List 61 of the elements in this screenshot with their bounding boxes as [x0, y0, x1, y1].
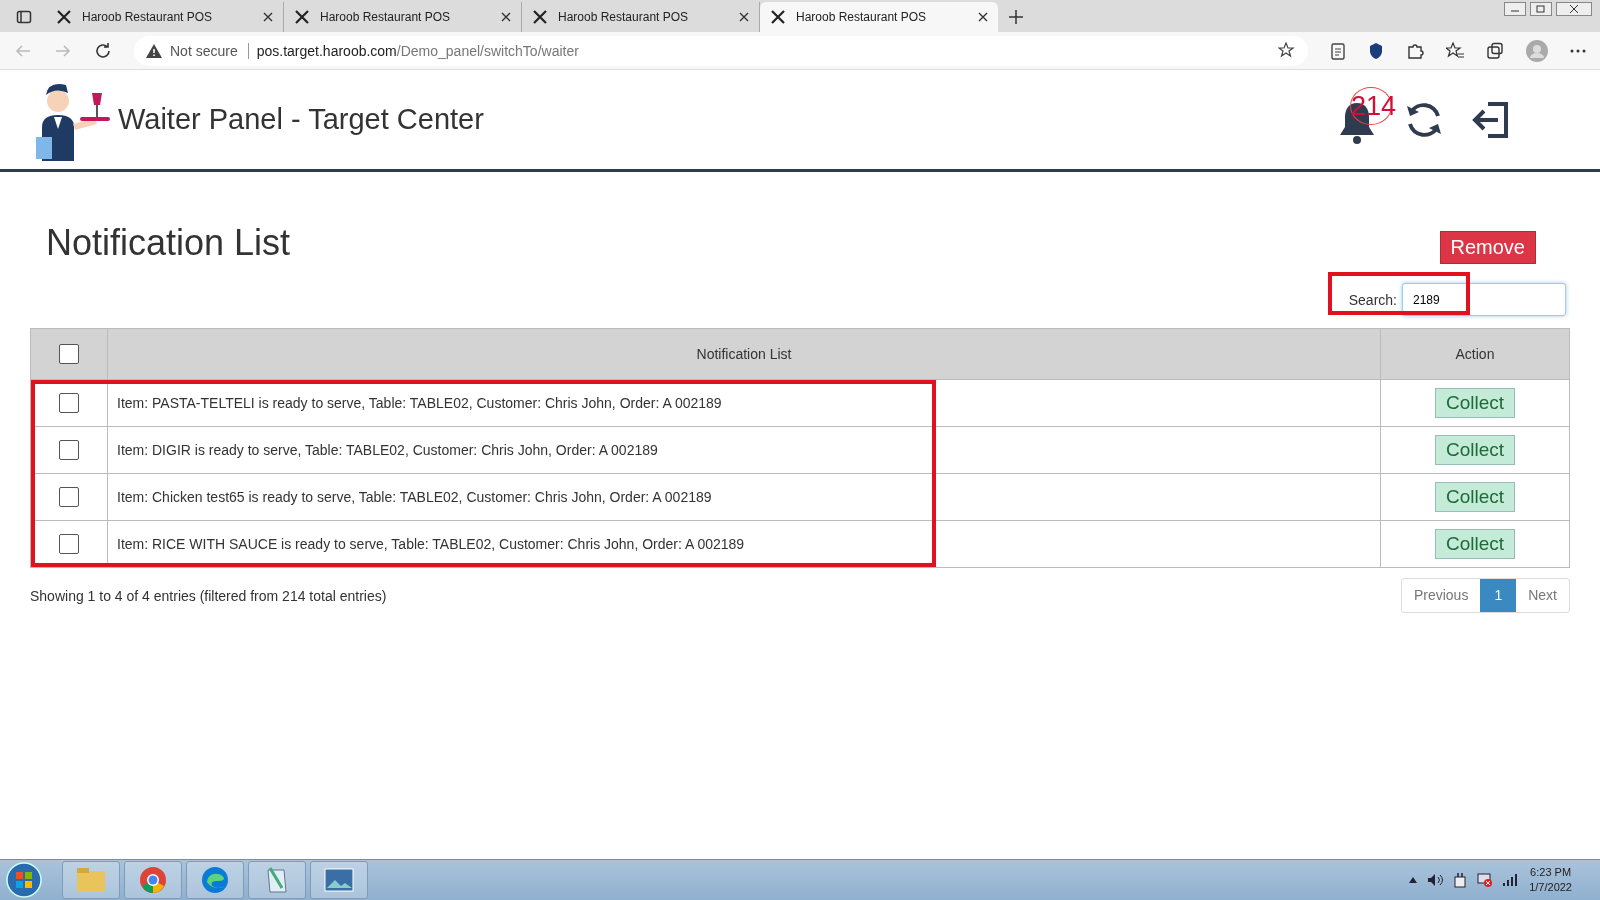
plus-icon[interactable]	[1008, 9, 1024, 25]
entries-info: Showing 1 to 4 of 4 entries (filtered from 214 total entries)	[30, 587, 387, 604]
edge-icon	[201, 866, 229, 894]
more-icon[interactable]	[1570, 48, 1586, 53]
close-icon[interactable]	[501, 12, 511, 22]
row-checkbox[interactable]	[59, 534, 79, 554]
logout-icon[interactable]	[1470, 100, 1510, 139]
collect-button[interactable]: Collect	[1434, 388, 1516, 418]
collect-button[interactable]: Collect	[1434, 482, 1516, 512]
taskbar-clock[interactable]: 6:23 PM 1/7/2022	[1529, 865, 1572, 895]
clipboard-icon[interactable]	[1330, 41, 1346, 60]
close-icon[interactable]	[263, 12, 273, 22]
power-plug-icon[interactable]	[1453, 872, 1468, 888]
taskbar-app[interactable]	[186, 861, 244, 899]
minimize-icon[interactable]	[1504, 2, 1526, 16]
favorites-icon[interactable]	[1446, 41, 1464, 60]
warning-icon	[146, 43, 162, 58]
clock-date: 1/7/2022	[1529, 880, 1572, 895]
reload-icon[interactable]	[94, 41, 112, 60]
tab-actions-icon[interactable]	[16, 9, 32, 25]
puzzle-icon[interactable]	[1406, 41, 1424, 60]
close-icon[interactable]	[739, 12, 749, 22]
notification-text: Item: Chicken test65 is ready to serve, Table: TABLE02, Customer: Chris John, Order: A 002189	[107, 473, 1381, 521]
notepad-icon	[264, 866, 290, 894]
remove-button[interactable]: Remove	[1439, 231, 1536, 264]
restore-icon[interactable]	[1530, 2, 1552, 16]
browser-tab[interactable]: Haroob Restaurant POS	[760, 2, 998, 32]
search-field[interactable]: 2189	[1402, 283, 1566, 316]
page-heading: Notification List	[46, 222, 291, 264]
chrome-icon	[139, 866, 167, 894]
clock-time: 6:23 PM	[1529, 865, 1572, 880]
speaker-icon[interactable]	[1427, 873, 1444, 887]
star-plus-icon[interactable]	[1278, 41, 1296, 60]
address-bar[interactable]: Not secure pos.target.haroob.com/Demo_panel/switchTo/waiter	[134, 35, 1308, 66]
column-header: Action	[1380, 328, 1570, 380]
row-checkbox[interactable]	[59, 393, 79, 413]
row-checkbox[interactable]	[59, 440, 79, 460]
close-icon[interactable]	[978, 12, 988, 22]
pagination-link[interactable]: Next	[1516, 579, 1569, 612]
collections-icon[interactable]	[1486, 41, 1504, 60]
pagination-link[interactable]: Previous	[1401, 579, 1481, 612]
pagination-link[interactable]: 1	[1480, 579, 1517, 612]
column-header: Notification List	[107, 328, 1381, 380]
start-orb-icon[interactable]	[4, 861, 44, 899]
collect-button[interactable]: Collect	[1434, 529, 1516, 559]
panel-title: Waiter Panel - Target Center	[118, 103, 484, 136]
row-checkbox[interactable]	[59, 487, 79, 507]
select-all-checkbox[interactable]	[59, 344, 79, 364]
network-error-icon[interactable]	[1477, 872, 1494, 888]
picture-viewer-icon	[324, 868, 354, 892]
taskbar-app[interactable]	[310, 861, 368, 899]
up-triangle-icon[interactable]	[1409, 877, 1418, 883]
close-icon[interactable]	[1556, 2, 1592, 16]
folder-icon	[76, 867, 106, 893]
notification-text: Item: RICE WITH SAUCE is ready to serve, Table: TABLE02, Customer: Chris John, Order: A 002189	[107, 520, 1381, 568]
search-label: Search:	[1348, 291, 1397, 308]
collect-button[interactable]: Collect	[1434, 435, 1516, 465]
signal-bars-icon[interactable]	[1503, 874, 1520, 886]
shield-icon[interactable]	[1368, 41, 1384, 60]
notification-text: Item: DIGIR is ready to serve, Table: TABLE02, Customer: Chris John, Order: A 002189	[107, 426, 1381, 474]
taskbar-app[interactable]	[124, 861, 182, 899]
